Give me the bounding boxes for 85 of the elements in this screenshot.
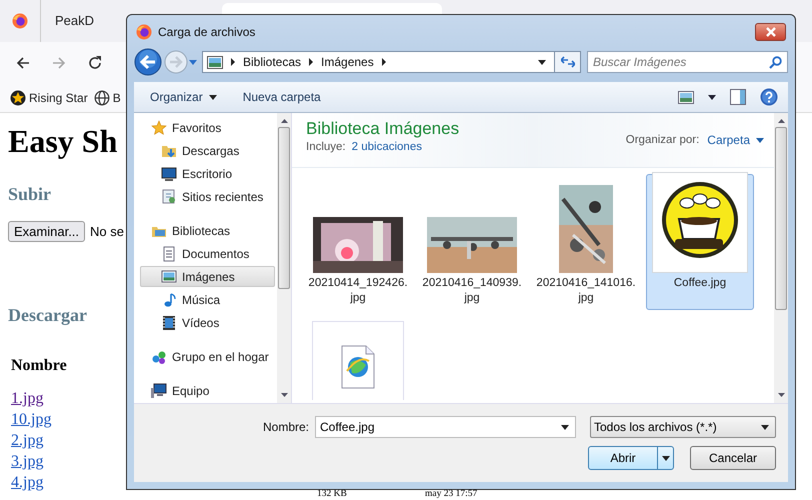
file-type-dropdown[interactable]: Todos los archivos (*.*): [590, 416, 776, 438]
nav-item[interactable]: Bibliotecas: [140, 220, 275, 241]
window-title: Carga de archivos: [158, 24, 256, 38]
picture-folder-icon: [207, 56, 223, 68]
page-title: Easy Sh: [8, 122, 118, 161]
nav-item[interactable]: Música: [140, 289, 275, 310]
close-icon: [764, 26, 776, 36]
organize-menu[interactable]: Organizar: [144, 88, 223, 106]
caret-icon: [538, 60, 546, 64]
nav-item[interactable]: Equipo: [140, 380, 275, 401]
close-button[interactable]: [755, 22, 786, 40]
computer-icon: [151, 382, 167, 398]
caret-icon: [761, 424, 769, 430]
scrollbar-thumb[interactable]: [278, 127, 290, 290]
table-cell: may 23 17:57: [425, 490, 478, 498]
locations-link[interactable]: 2 ubicaciones: [352, 141, 422, 153]
reload-icon[interactable]: [87, 55, 103, 71]
file-item[interactable]: 20210416_141016.jpg: [532, 174, 640, 310]
arrange-label: Organizar por:: [626, 134, 700, 146]
scroll-down-icon[interactable]: [778, 393, 784, 397]
star-icon: [151, 120, 167, 136]
history-dropdown-icon[interactable]: [188, 57, 198, 67]
chevron-icon: [230, 57, 236, 67]
search-field[interactable]: Buscar Imágenes: [587, 51, 788, 73]
caret-icon: [662, 456, 670, 460]
browse-button[interactable]: Examinar...: [8, 221, 86, 242]
globe-icon: [94, 90, 110, 106]
film-icon: [161, 314, 177, 330]
browser-tab[interactable]: [222, 3, 442, 15]
library-title: Biblioteca Imágenes: [306, 119, 460, 139]
star-icon: [10, 90, 26, 106]
field-label: Nombre:: [262, 420, 309, 434]
open-options-button[interactable]: [657, 447, 673, 469]
monitor-icon: [161, 166, 177, 182]
breadcrumb-item[interactable]: Imágenes: [321, 55, 374, 69]
caret-icon: [208, 94, 217, 100]
back-icon[interactable]: [15, 55, 31, 71]
scroll-up-icon[interactable]: [280, 119, 288, 123]
section-heading: Descargar: [8, 304, 87, 326]
web-document-icon: [341, 345, 375, 389]
scrollbar-thumb[interactable]: [775, 127, 787, 310]
breadcrumb-item[interactable]: Bibliotecas: [243, 55, 302, 69]
nav-item[interactable]: Vídeos: [140, 312, 275, 333]
file-item[interactable]: Coffee.jpg: [646, 174, 754, 310]
file-item[interactable]: 20210416_140939.jpg: [418, 174, 526, 310]
scroll-up-icon[interactable]: [778, 119, 784, 123]
firefox-icon: [136, 24, 152, 40]
file-item[interactable]: 20210414_192426.jpg: [304, 174, 412, 310]
help-icon[interactable]: [760, 88, 778, 106]
recent-places-icon: [161, 188, 177, 204]
includes-label: Incluye:: [306, 141, 346, 153]
caret-icon: [756, 138, 764, 142]
filename-field[interactable]: Coffee.jpg: [315, 416, 576, 438]
new-folder-button[interactable]: Nueva carpeta: [236, 88, 327, 106]
scroll-down-icon[interactable]: [280, 393, 288, 397]
nav-item[interactable]: Documentos: [140, 243, 275, 264]
refresh-icon: [560, 56, 574, 68]
section-heading: Subir: [8, 183, 52, 205]
column-header: Nombre: [11, 356, 67, 376]
picture-icon: [161, 268, 177, 284]
chevron-icon: [380, 57, 387, 67]
nav-item[interactable]: Escritorio: [140, 163, 275, 184]
refresh-button[interactable]: [555, 51, 581, 73]
file-status: No se: [90, 224, 124, 239]
document-icon: [161, 246, 177, 262]
arrange-dropdown[interactable]: Carpeta: [707, 133, 764, 147]
caret-icon[interactable]: [708, 94, 716, 100]
firefox-icon[interactable]: [12, 13, 28, 29]
back-button[interactable]: [134, 48, 164, 76]
nav-item[interactable]: Sitios recientes: [140, 186, 275, 207]
chevron-icon: [308, 57, 314, 67]
bookmark-item[interactable]: B: [94, 90, 121, 106]
preview-pane-icon[interactable]: [730, 89, 746, 105]
search-icon: [769, 56, 782, 69]
caret-icon: [561, 425, 569, 430]
cancel-button[interactable]: Cancelar: [690, 446, 776, 470]
nav-item[interactable]: Grupo en el hogar: [140, 346, 275, 367]
view-icon[interactable]: [678, 90, 694, 104]
bookmark-item[interactable]: Rising Star: [10, 90, 88, 106]
address-bar[interactable]: Bibliotecas Imágenes: [202, 51, 555, 73]
nav-item[interactable]: Favoritos: [140, 117, 275, 138]
homegroup-icon: [151, 348, 167, 364]
table-cell-text: 132 KB: [317, 490, 348, 498]
nav-item[interactable]: Imágenes: [140, 266, 275, 287]
nav-item[interactable]: Descargas: [140, 140, 275, 161]
